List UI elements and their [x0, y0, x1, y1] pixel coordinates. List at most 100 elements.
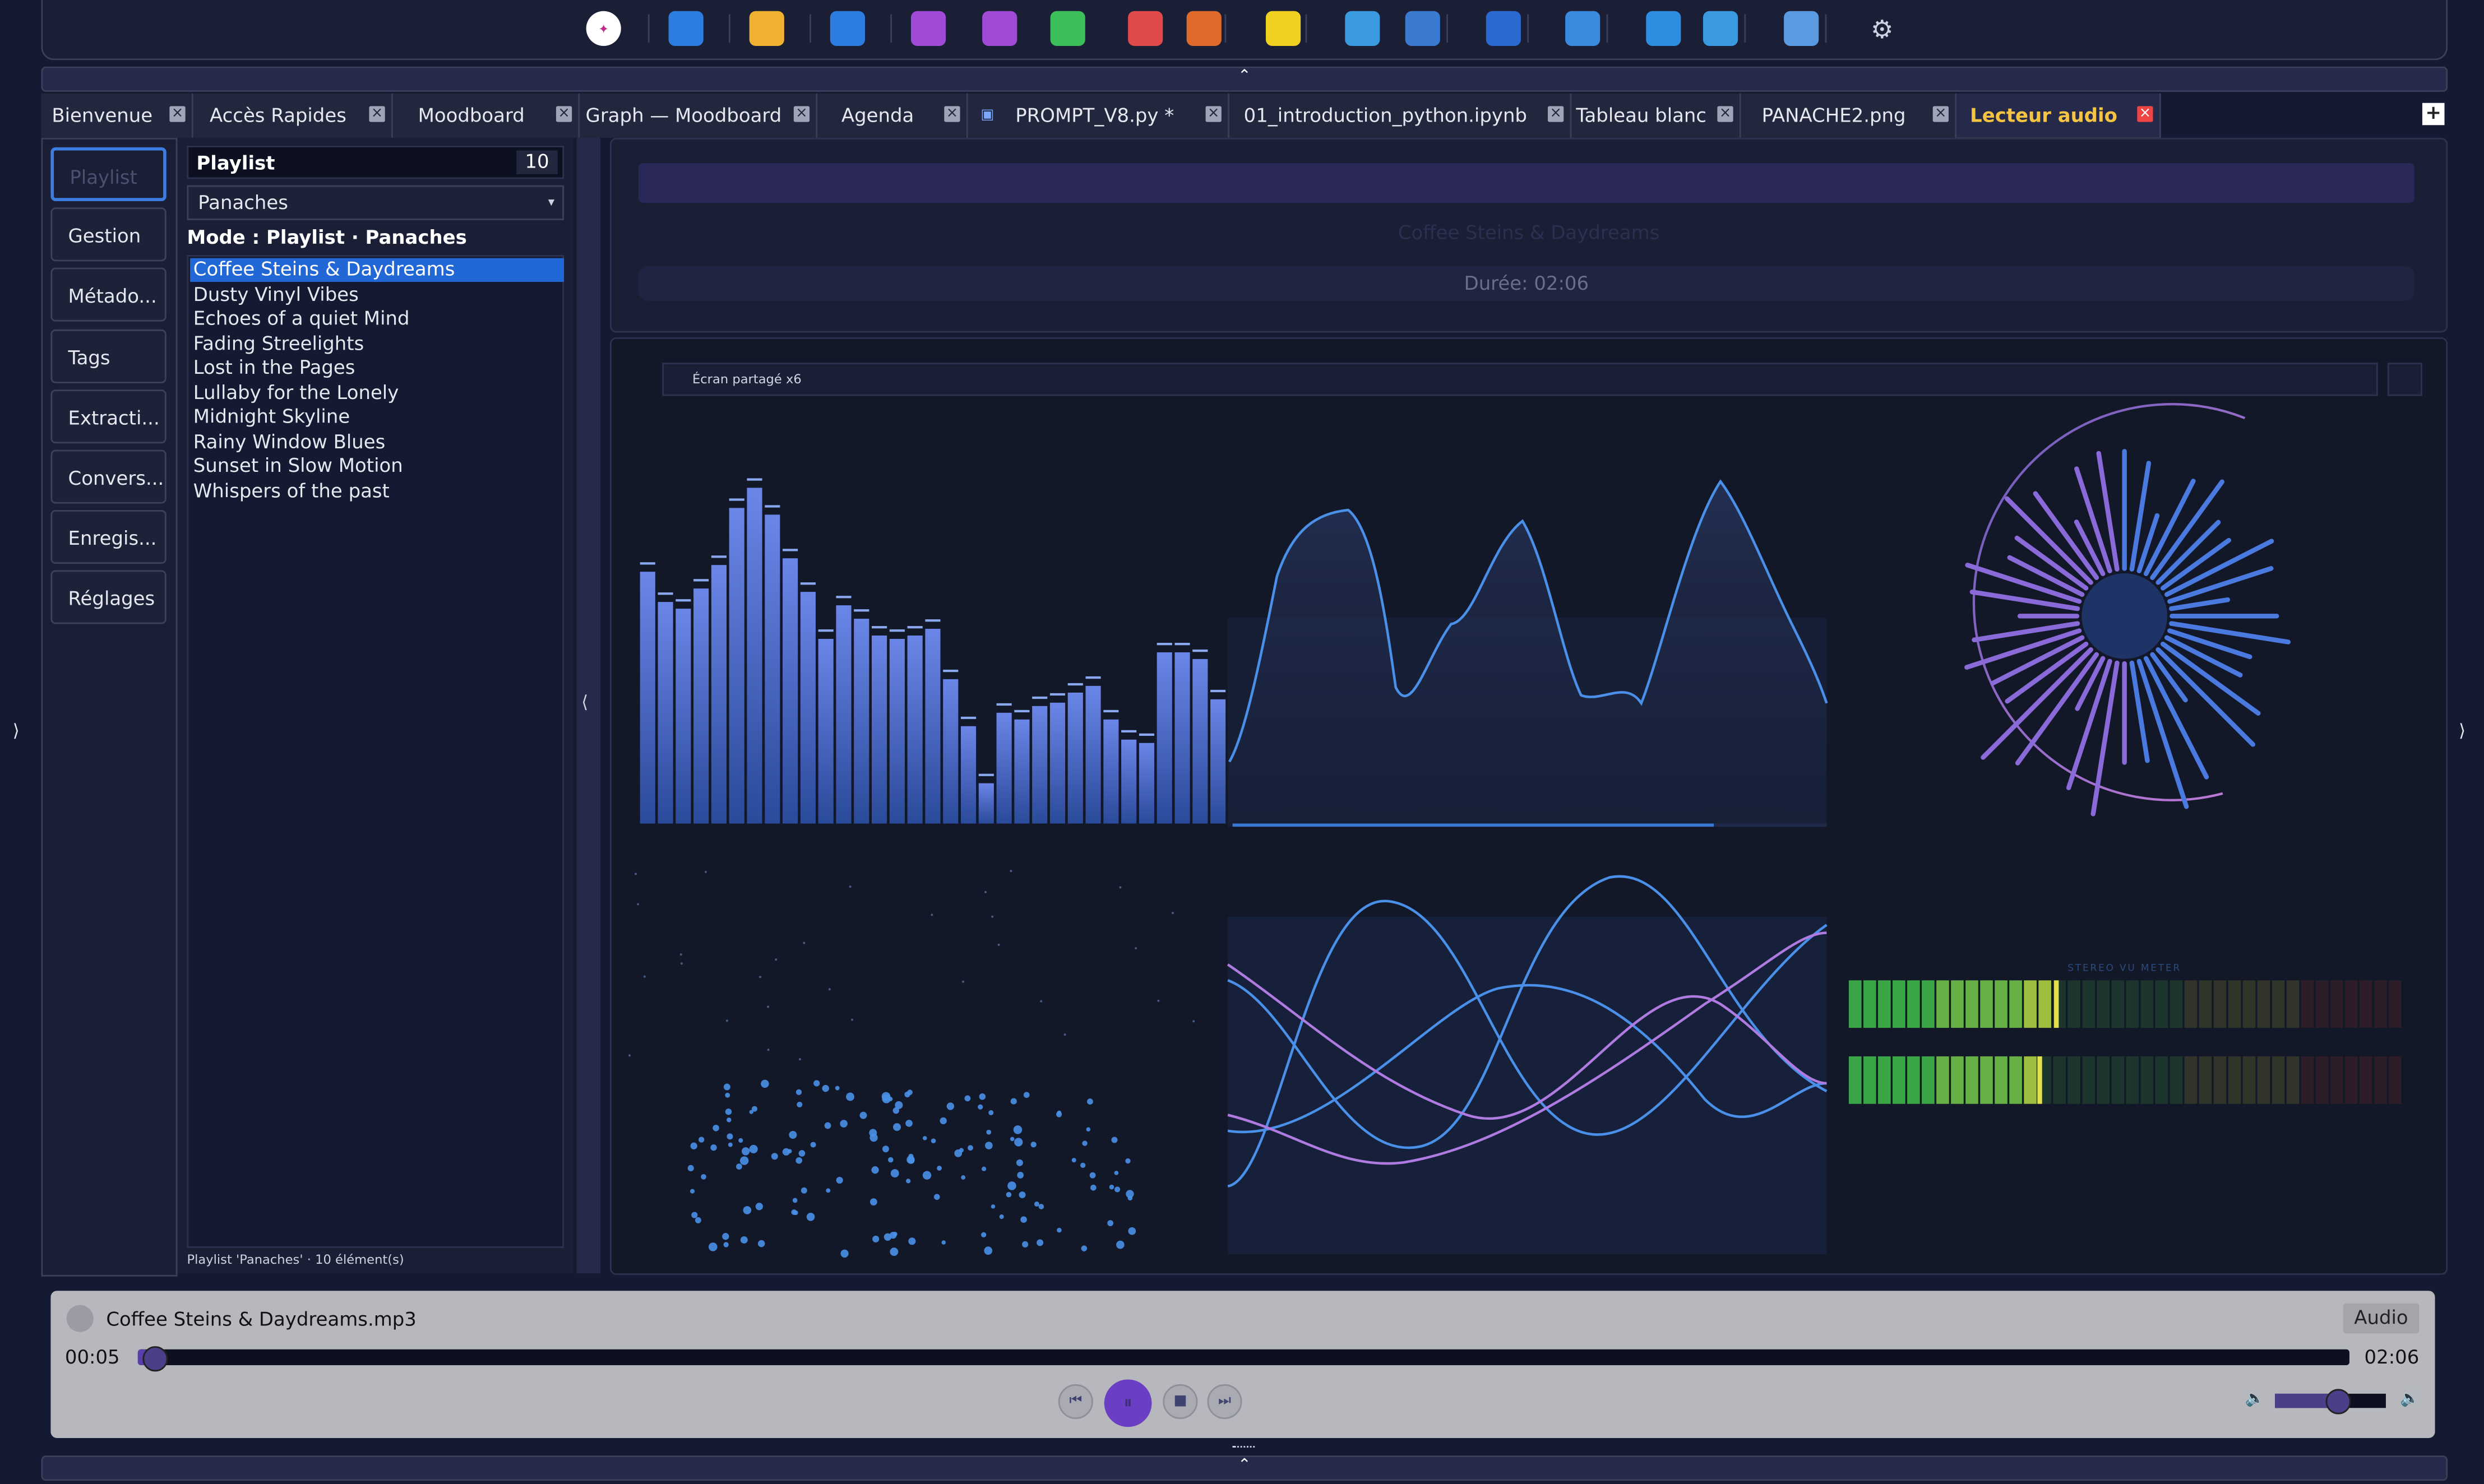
collapse-bottom-button[interactable]: ⌃ — [41, 1455, 2448, 1481]
particle — [1019, 1191, 1026, 1199]
particle — [767, 1049, 770, 1051]
close-icon[interactable]: × — [169, 106, 186, 122]
add-tab-button[interactable]: + — [2422, 102, 2445, 126]
seek-bar[interactable] — [137, 1346, 2349, 1372]
nav-playlist[interactable]: Playlist — [50, 147, 166, 201]
tab-acces-rapides[interactable]: Accès Rapides × — [193, 93, 393, 138]
close-icon[interactable]: × — [369, 106, 385, 122]
spectrum-bar — [978, 783, 994, 824]
playlist-select[interactable]: Panaches ▾ — [187, 185, 565, 220]
sheet-icon[interactable] — [1050, 11, 1085, 46]
particle — [690, 1189, 695, 1194]
tab-moodboard[interactable]: Moodboard × — [392, 93, 580, 138]
sticky-note-icon[interactable] — [1265, 11, 1301, 46]
close-icon[interactable]: × — [793, 106, 810, 122]
list-item[interactable]: Lost in the Pages — [190, 356, 564, 380]
nav-extraction[interactable]: Extracti... — [50, 389, 166, 444]
folder-icon[interactable] — [749, 11, 784, 46]
list-item[interactable]: Lullaby for the Lonely — [190, 381, 564, 405]
particle — [881, 1092, 891, 1101]
python-icon[interactable] — [1405, 11, 1440, 46]
close-icon[interactable]: × — [556, 106, 572, 122]
list-item[interactable]: Whispers of the past — [190, 479, 564, 503]
tab-bienvenue[interactable]: Bienvenue × — [41, 93, 193, 138]
list-item[interactable]: Echoes of a quiet Mind — [190, 307, 564, 331]
particle — [1016, 1159, 1023, 1166]
close-icon[interactable]: × — [944, 106, 960, 122]
volume-slider[interactable] — [2275, 1389, 2386, 1415]
close-icon[interactable]: × — [1717, 106, 1733, 122]
particle — [962, 980, 965, 983]
particle-field — [628, 870, 1195, 1258]
image-icon[interactable] — [1565, 11, 1601, 46]
tab-tableau-blanc[interactable]: Tableau blanc × — [1571, 93, 1741, 138]
file-manager-icon[interactable] — [1784, 11, 1819, 46]
particle — [1089, 1172, 1096, 1179]
close-icon[interactable]: × — [1205, 106, 1222, 122]
launcher-separator — [1606, 14, 1608, 43]
stop-button[interactable]: ■ — [1163, 1384, 1198, 1420]
music-icon[interactable] — [1646, 11, 1681, 46]
play-pause-button[interactable]: ⏸ — [1104, 1379, 1152, 1427]
previous-button[interactable]: ⏮ — [1058, 1384, 1093, 1420]
doc-icon[interactable] — [982, 11, 1017, 46]
particle — [1063, 1033, 1066, 1036]
tab-agenda[interactable]: Agenda × — [817, 93, 968, 138]
nav-enregistrement[interactable]: Enregis... — [50, 509, 166, 564]
particle — [840, 1249, 849, 1258]
close-icon[interactable]: × — [1932, 106, 1949, 122]
particle — [743, 1206, 752, 1214]
volume-handle[interactable] — [2325, 1389, 2351, 1415]
whiteboard-icon[interactable] — [1486, 11, 1521, 46]
collapse-top-button[interactable]: ⌃ — [41, 66, 2448, 92]
expand-left-icon[interactable]: ⟩ — [13, 721, 20, 741]
pdf-icon[interactable] — [1128, 11, 1163, 46]
particle — [964, 1095, 971, 1102]
visualizer-mode-select[interactable]: Écran partagé x6 — [662, 363, 2378, 396]
app-logo-icon[interactable]: ✦ — [586, 11, 621, 46]
particle — [701, 1174, 706, 1180]
playlist-select-value: Panaches — [198, 191, 288, 214]
close-icon[interactable]: × — [1548, 106, 1564, 122]
collapse-left-icon[interactable]: ⟨ — [581, 692, 588, 713]
list-item[interactable]: Midnight Skyline — [190, 405, 564, 429]
tab-introduction-python[interactable]: 01_introduction_python.ipynb × — [1229, 93, 1572, 138]
tab-prompt-v8[interactable]: ▣ PROMPT_V8.py * × — [968, 93, 1229, 138]
nav-metadonnees[interactable]: Métado... — [50, 267, 166, 322]
tab-label: Moodboard — [418, 104, 525, 127]
expand-right-icon[interactable]: ⟩ — [2459, 721, 2466, 741]
tab-lecteur-audio[interactable]: Lecteur audio × — [1956, 93, 2161, 141]
panel-splitter[interactable]: ⟨ — [576, 137, 601, 1274]
list-item[interactable]: Coffee Steins & Daydreams — [190, 258, 565, 282]
code-icon[interactable] — [1345, 11, 1380, 46]
visualizer-options-button[interactable] — [2387, 363, 2422, 396]
settings-icon[interactable]: ⚙ — [1865, 11, 1900, 46]
particle — [751, 1106, 758, 1112]
particle — [759, 976, 762, 978]
list-item[interactable]: Sunset in Slow Motion — [190, 455, 564, 478]
spectrum-peak — [1174, 643, 1190, 646]
nav-conversion[interactable]: Convers... — [50, 449, 166, 504]
note-icon[interactable] — [910, 11, 946, 46]
calendar-icon[interactable] — [830, 11, 865, 46]
list-item[interactable]: Dusty Vinyl Vibes — [190, 282, 564, 306]
nav-reglages[interactable]: Réglages — [50, 570, 166, 624]
nav-tags[interactable]: Tags — [50, 329, 166, 383]
tab-panache2[interactable]: PANACHE2.png × — [1741, 93, 1957, 138]
particle — [771, 1153, 778, 1160]
epub-icon[interactable] — [1186, 11, 1222, 46]
close-icon[interactable]: × — [2137, 106, 2153, 122]
resize-grip[interactable] — [1232, 1446, 1255, 1452]
tab-graph-moodboard[interactable]: Graph — Moodboard × — [580, 93, 818, 138]
window-icon[interactable] — [668, 11, 704, 46]
nav-gestion[interactable]: Gestion — [50, 207, 166, 262]
vu-segment — [1878, 980, 1891, 1028]
video-icon[interactable] — [1703, 11, 1738, 46]
list-item[interactable]: Fading Streelights — [190, 332, 564, 355]
next-button[interactable]: ⏭ — [1207, 1384, 1242, 1420]
particle — [961, 1175, 966, 1180]
vu-segment — [2389, 1056, 2402, 1104]
seek-handle[interactable] — [142, 1346, 168, 1372]
list-item[interactable]: Rainy Window Blues — [190, 430, 564, 453]
vu-segment — [1980, 1056, 1993, 1104]
